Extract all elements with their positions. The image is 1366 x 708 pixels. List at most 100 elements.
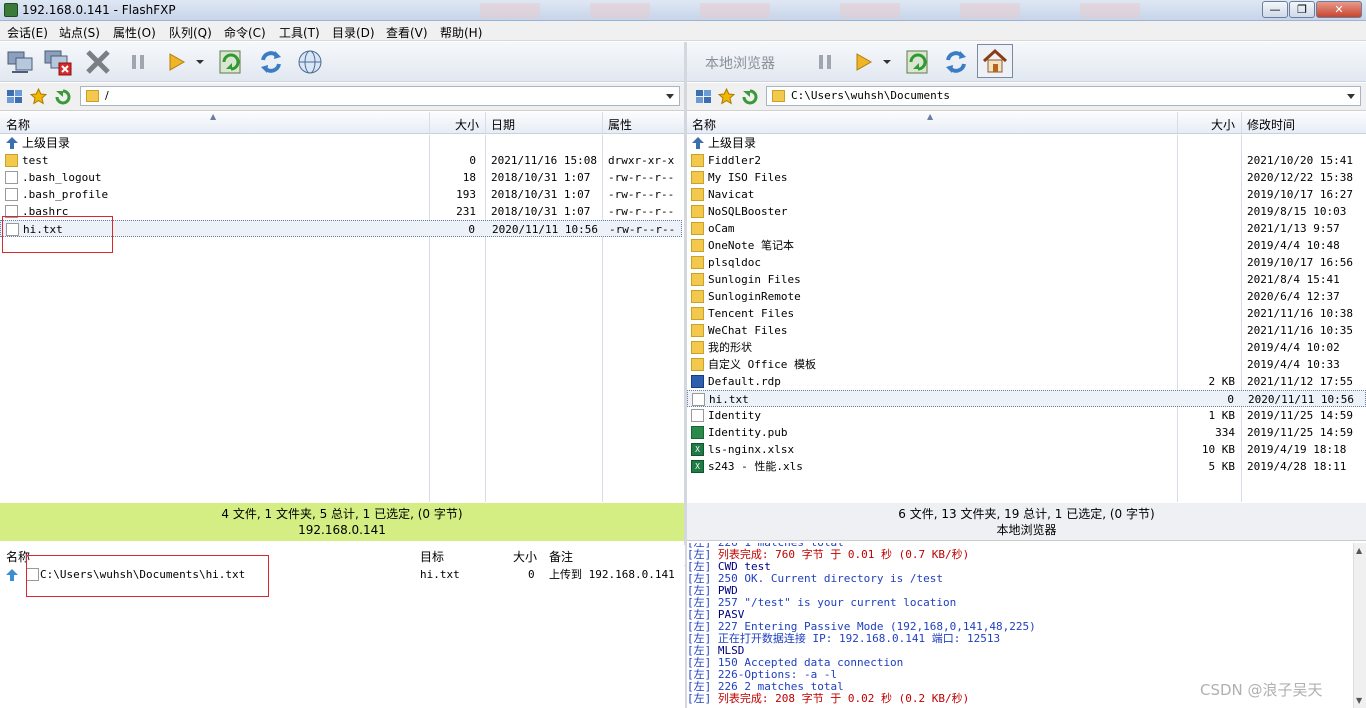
left-toolbar	[0, 42, 684, 82]
local-file-row[interactable]: My ISO Files 2020/12/22 15:38	[687, 169, 1366, 186]
scroll-up-icon[interactable]: ▲	[1356, 546, 1362, 555]
file-name: Navicat	[708, 188, 755, 201]
local-status-summary: 6 文件, 13 文件夹, 19 总计, 1 已选定, (0 字节)	[898, 507, 1155, 521]
transfer-dropdown-icon[interactable]	[190, 46, 210, 78]
background-tab	[840, 3, 900, 18]
queue-item-note: 上传到 192.168.0.141	[549, 568, 675, 581]
refresh-icon[interactable]	[940, 46, 972, 78]
favorites-star-icon[interactable]	[717, 87, 736, 105]
local-file-row[interactable]: oCam 2021/1/13 9:57	[687, 220, 1366, 237]
scroll-down-icon[interactable]: ▼	[1356, 696, 1362, 705]
home-icon[interactable]	[977, 44, 1013, 78]
local-file-row[interactable]: Sunlogin Files 2021/8/4 15:41	[687, 271, 1366, 288]
menu-tools[interactable]: 工具(T)	[279, 24, 320, 41]
remote-path-input[interactable]: /	[80, 86, 680, 106]
col-size-header[interactable]: 大小	[455, 116, 479, 133]
favorites-star-icon[interactable]	[29, 87, 48, 105]
site-manager-icon[interactable]	[695, 88, 712, 105]
queue-col-note[interactable]: 备注	[549, 548, 573, 565]
col-date-header[interactable]: 修改时间	[1247, 116, 1295, 133]
remote-file-row[interactable]: .bash_logout 18 2018/10/31 1:07 -rw-r--r--	[0, 169, 682, 186]
background-tab	[1080, 3, 1140, 18]
abort-icon[interactable]	[82, 46, 114, 78]
menu-session[interactable]: 会话(E)	[7, 24, 48, 41]
local-file-row[interactable]: Tencent Files 2021/11/16 10:38	[687, 305, 1366, 322]
local-file-row[interactable]: hi.txt 0 2020/11/11 10:56	[687, 390, 1366, 407]
file-name: Fiddler2	[708, 154, 761, 167]
file-date: 2020/12/22 15:38	[1247, 171, 1353, 184]
menu-view[interactable]: 查看(V)	[386, 24, 428, 41]
file-date: 2019/4/4 10:02	[1247, 341, 1340, 354]
local-file-row[interactable]: Navicat 2019/10/17 16:27	[687, 186, 1366, 203]
menu-queue[interactable]: 队列(Q)	[169, 24, 212, 41]
file-name: Sunlogin Files	[708, 273, 801, 286]
shapes-folder-icon	[691, 341, 704, 354]
close-button[interactable]: ✕	[1316, 1, 1362, 18]
local-file-row[interactable]: WeChat Files 2021/11/16 10:35	[687, 322, 1366, 339]
back-arrow-icon[interactable]	[741, 88, 758, 105]
site-manager-icon[interactable]	[6, 88, 23, 105]
path-dropdown-icon[interactable]	[666, 94, 674, 99]
globe-icon[interactable]	[294, 46, 326, 78]
local-file-row[interactable]: Identity.pub 334 2019/11/25 14:59	[687, 424, 1366, 441]
file-date: 2019/10/17 16:56	[1247, 256, 1353, 269]
local-file-row[interactable]: 我的形状 2019/4/4 10:02	[687, 339, 1366, 356]
col-date-header[interactable]: 日期	[491, 116, 515, 133]
transfer-play-icon[interactable]	[160, 46, 192, 78]
pause-icon[interactable]	[122, 46, 154, 78]
remote-file-row[interactable]: .bash_profile 193 2018/10/31 1:07 -rw-r--r-…	[0, 186, 682, 203]
refresh-icon[interactable]	[255, 46, 287, 78]
refresh-transfer-icon[interactable]	[215, 46, 247, 78]
queue-col-target[interactable]: 目标	[420, 548, 444, 565]
local-file-row[interactable]: Fiddler2 2021/10/20 15:41	[687, 152, 1366, 169]
local-file-row[interactable]: Xls-nginx.xlsx 10 KB 2019/4/19 18:18	[687, 441, 1366, 458]
local-file-row[interactable]: Xs243 - 性能.xls 5 KB 2019/4/28 18:11	[687, 458, 1366, 475]
file-icon	[691, 409, 704, 422]
minimize-button[interactable]: —	[1262, 1, 1288, 18]
menu-directory[interactable]: 目录(D)	[332, 24, 375, 41]
log-scrollbar[interactable]: ▲ ▼	[1353, 543, 1366, 708]
col-attr-header[interactable]: 属性	[608, 116, 632, 133]
local-file-row[interactable]: OneNote 笔记本 2019/4/4 10:48	[687, 237, 1366, 254]
file-attr: -rw-r--r--	[609, 223, 676, 236]
file-size: 5 KB	[1208, 460, 1236, 473]
remote-file-row[interactable]: test 0 2021/11/16 15:08 drwxr-xr-x	[0, 152, 682, 169]
refresh-transfer-icon[interactable]	[902, 46, 934, 78]
back-arrow-icon[interactable]	[54, 88, 71, 105]
local-file-row[interactable]: Default.rdp 2 KB 2021/11/12 17:55	[687, 373, 1366, 390]
queue-col-size[interactable]: 大小	[513, 548, 537, 565]
local-file-row[interactable]: SunloginRemote 2020/6/4 12:37	[687, 288, 1366, 305]
local-file-list: 上级目录 Fiddler2 2021/10/20 15:41 My ISO File…	[687, 135, 1366, 502]
file-name: WeChat Files	[708, 324, 788, 337]
menu-commands[interactable]: 命令(C)	[224, 24, 266, 41]
left-path-bar: /	[0, 83, 684, 111]
transfer-play-icon[interactable]	[847, 46, 879, 78]
connect-icon[interactable]	[4, 46, 36, 78]
disconnect-icon[interactable]	[42, 46, 74, 78]
log-text: 257 "/test" is your current location	[717, 596, 957, 609]
parent-dir-row[interactable]: 上级目录	[0, 135, 684, 152]
file-date: 2021/11/12 17:55	[1247, 375, 1353, 388]
col-size-header[interactable]: 大小	[1211, 116, 1235, 133]
file-date: 2019/10/17 16:27	[1247, 188, 1353, 201]
right-toolbar: 本地浏览器	[687, 42, 1366, 82]
file-size: 2 KB	[1208, 375, 1236, 388]
maximize-button[interactable]: ❐	[1289, 1, 1315, 18]
col-name-header[interactable]: 名称	[6, 116, 30, 133]
local-file-row[interactable]: 自定义 Office 模板 2019/4/4 10:33	[687, 356, 1366, 373]
menu-options[interactable]: 属性(O)	[113, 24, 156, 41]
local-path-text: C:\Users\wuhsh\Documents	[791, 89, 950, 102]
file-name: 我的形状	[708, 341, 752, 354]
local-file-row[interactable]: plsqldoc 2019/10/17 16:56	[687, 254, 1366, 271]
col-name-header[interactable]: 名称	[692, 116, 716, 133]
path-dropdown-icon[interactable]	[1347, 94, 1355, 99]
local-file-row[interactable]: NoSQLBooster 2019/8/15 10:03	[687, 203, 1366, 220]
local-file-row[interactable]: Identity 1 KB 2019/11/25 14:59	[687, 407, 1366, 424]
folder-icon	[691, 358, 704, 371]
parent-dir-row[interactable]: 上级目录	[687, 135, 1366, 152]
menu-help[interactable]: 帮助(H)	[440, 24, 482, 41]
pause-icon[interactable]	[809, 46, 841, 78]
transfer-dropdown-icon[interactable]	[877, 46, 897, 78]
menu-sites[interactable]: 站点(S)	[59, 24, 100, 41]
local-path-input[interactable]: C:\Users\wuhsh\Documents	[766, 86, 1361, 106]
